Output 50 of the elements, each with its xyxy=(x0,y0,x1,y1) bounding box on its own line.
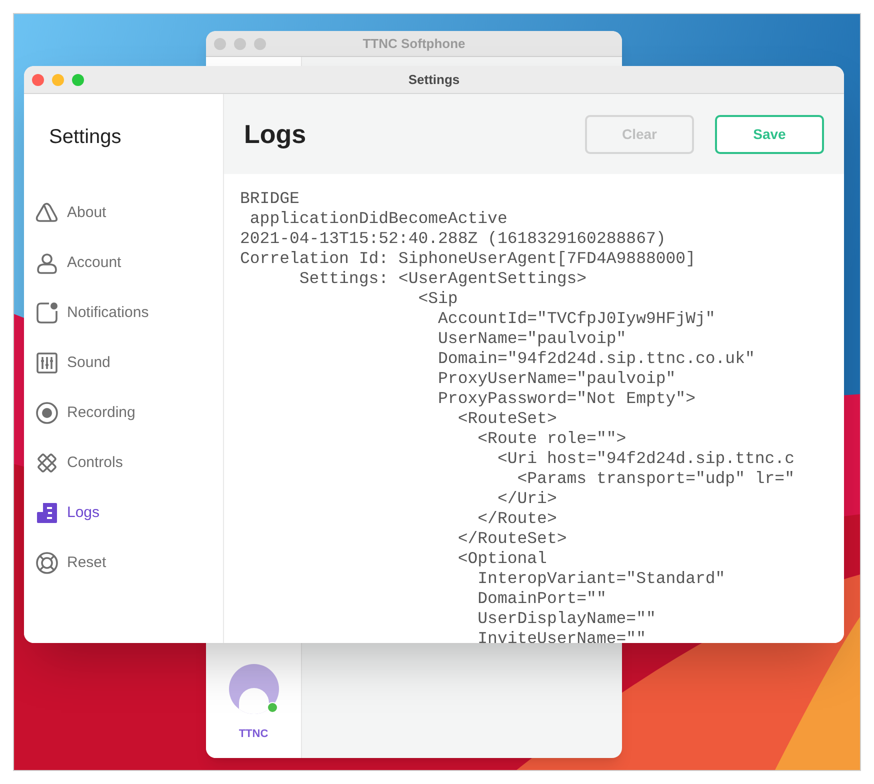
crossed-bands-icon xyxy=(35,451,59,475)
window-title: Settings xyxy=(408,70,460,89)
window-control[interactable] xyxy=(254,38,266,50)
log-line: <Uri host="94f2d24d.sip.ttnc.c xyxy=(496,449,794,469)
sidebar-title: Settings xyxy=(48,125,122,150)
log-line: </Route> xyxy=(476,509,557,529)
log-line: DomainPort="" xyxy=(476,589,606,609)
window-control[interactable] xyxy=(234,38,246,50)
log-line: <RouteSet> xyxy=(456,409,557,429)
document-list-icon xyxy=(35,501,59,525)
log-line: InteropVariant="Standard" xyxy=(476,569,726,589)
log-line: <Optional xyxy=(456,549,547,569)
record-icon xyxy=(35,401,59,425)
window-control[interactable] xyxy=(214,38,226,50)
page-title: Logs xyxy=(244,118,308,150)
log-line: </RouteSet> xyxy=(456,529,567,549)
account-label[interactable]: TTNC xyxy=(238,726,268,742)
log-line: <Params transport="udp" lr=" xyxy=(516,469,794,489)
sidebar-item[interactable]: Sound xyxy=(24,338,223,388)
triangle-icon xyxy=(35,201,59,225)
log-line: ProxyPassword="Not Empty"> xyxy=(437,389,696,409)
window-title: TTNC Softphone xyxy=(362,34,466,53)
log-line: applicationDidBecomeActive xyxy=(248,209,508,229)
log-line: <Sip xyxy=(417,289,458,309)
log-line: Settings: <UserAgentSettings> xyxy=(298,269,587,289)
log-line: ProxyUserName="paulvoip" xyxy=(437,369,676,389)
log-line: Domain="94f2d24d.sip.ttnc.co.uk" xyxy=(437,349,755,369)
log-line: <Route role=""> xyxy=(476,429,626,449)
log-line: </Uri> xyxy=(496,489,557,509)
log-line: UserDisplayName="" xyxy=(476,609,656,629)
log-line: Correlation Id: SiphoneUserAgent[7FD4A9888000] xyxy=(240,249,696,269)
sidebar-item[interactable]: Reset xyxy=(24,538,223,588)
log-line: AccountId="TVCfpJ0Iyw9HFjWj" xyxy=(437,309,716,329)
sidebar-item[interactable]: Recording xyxy=(24,388,223,438)
sidebar-item[interactable]: Notifications xyxy=(24,288,223,338)
log-line: BRIDGE xyxy=(240,189,300,209)
sidebar-item[interactable]: Controls xyxy=(24,438,223,488)
window-control[interactable] xyxy=(72,74,84,86)
notification-icon xyxy=(35,301,59,325)
sidebar-item[interactable]: Account xyxy=(24,238,223,288)
log-line: 2021-04-13T15:52:40.288Z (1618329160288867) xyxy=(240,229,666,249)
sliders-icon xyxy=(35,351,59,375)
window-control[interactable] xyxy=(32,74,44,86)
log-line: InviteUserName="" xyxy=(476,629,646,643)
window-control[interactable] xyxy=(52,74,64,86)
log-line: UserName="paulvoip" xyxy=(437,329,626,349)
sidebar-item[interactable]: Logs xyxy=(24,488,223,538)
lifebuoy-icon xyxy=(35,551,59,575)
sidebar-item[interactable]: About xyxy=(24,188,223,238)
user-icon xyxy=(35,251,59,275)
